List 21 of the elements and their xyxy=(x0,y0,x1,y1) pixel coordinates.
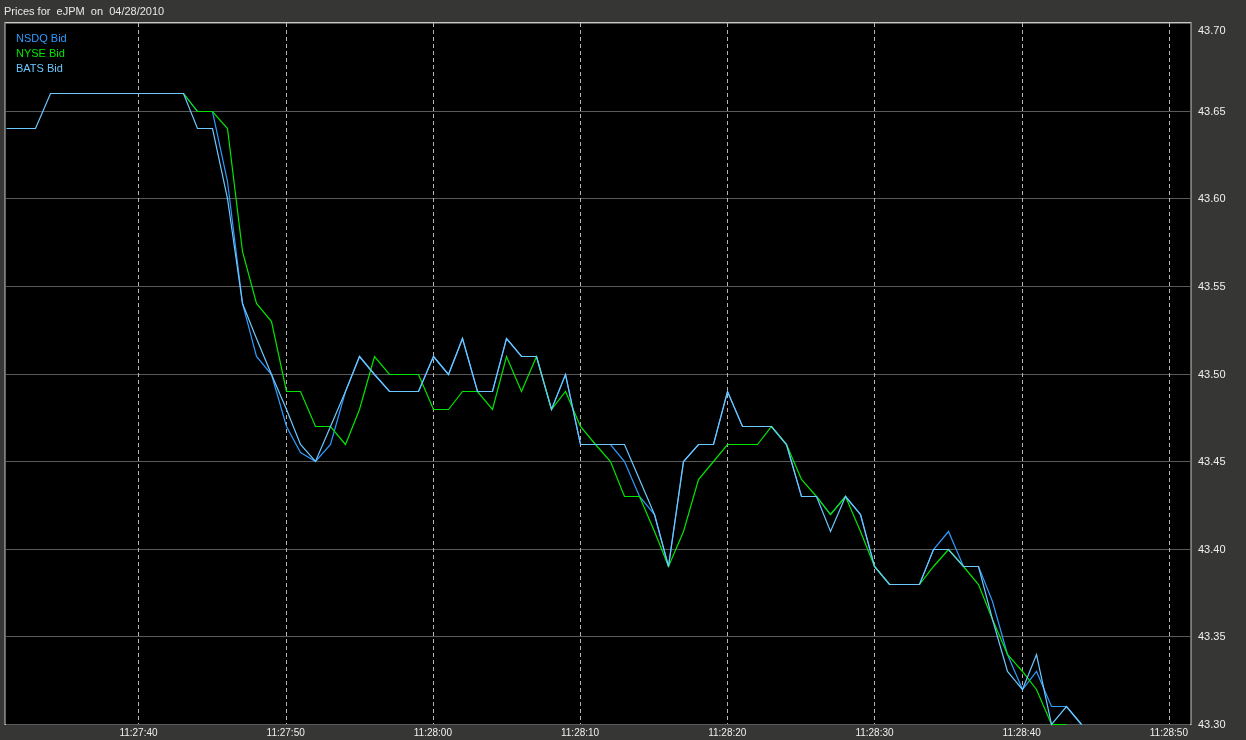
y-axis-label: 43.55 xyxy=(1198,279,1226,292)
x-axis-label: 11:28:20 xyxy=(708,727,747,738)
x-axis-label: 11:28:40 xyxy=(1002,727,1041,738)
legend-label: BATS Bid xyxy=(16,62,63,74)
y-axis-label: 43.60 xyxy=(1198,192,1226,205)
y-axis-label: 43.35 xyxy=(1198,630,1226,643)
legend-label: NSDQ Bid xyxy=(16,32,67,44)
x-axis-label: 11:28:50 xyxy=(1149,727,1188,738)
y-axis-label: 43.45 xyxy=(1198,455,1226,468)
chart-title: Prices for eJPM on 04/28/2010 xyxy=(4,3,165,19)
x-axis-label: 11:28:10 xyxy=(561,727,600,738)
y-axis-label: 43.65 xyxy=(1198,104,1226,117)
legend-label: NYSE Bid xyxy=(16,47,65,59)
x-axis-label: 11:28:30 xyxy=(855,727,894,738)
y-axis-label: 43.30 xyxy=(1198,718,1226,730)
y-axis-label: 43.40 xyxy=(1198,542,1226,555)
x-axis-label: 11:27:40 xyxy=(119,727,158,738)
y-axis-label: 43.50 xyxy=(1198,367,1226,380)
x-axis-label: 11:28:00 xyxy=(413,727,452,738)
x-axis-label: 11:27:50 xyxy=(266,727,305,738)
y-axis-label: 43.70 xyxy=(1198,24,1226,36)
